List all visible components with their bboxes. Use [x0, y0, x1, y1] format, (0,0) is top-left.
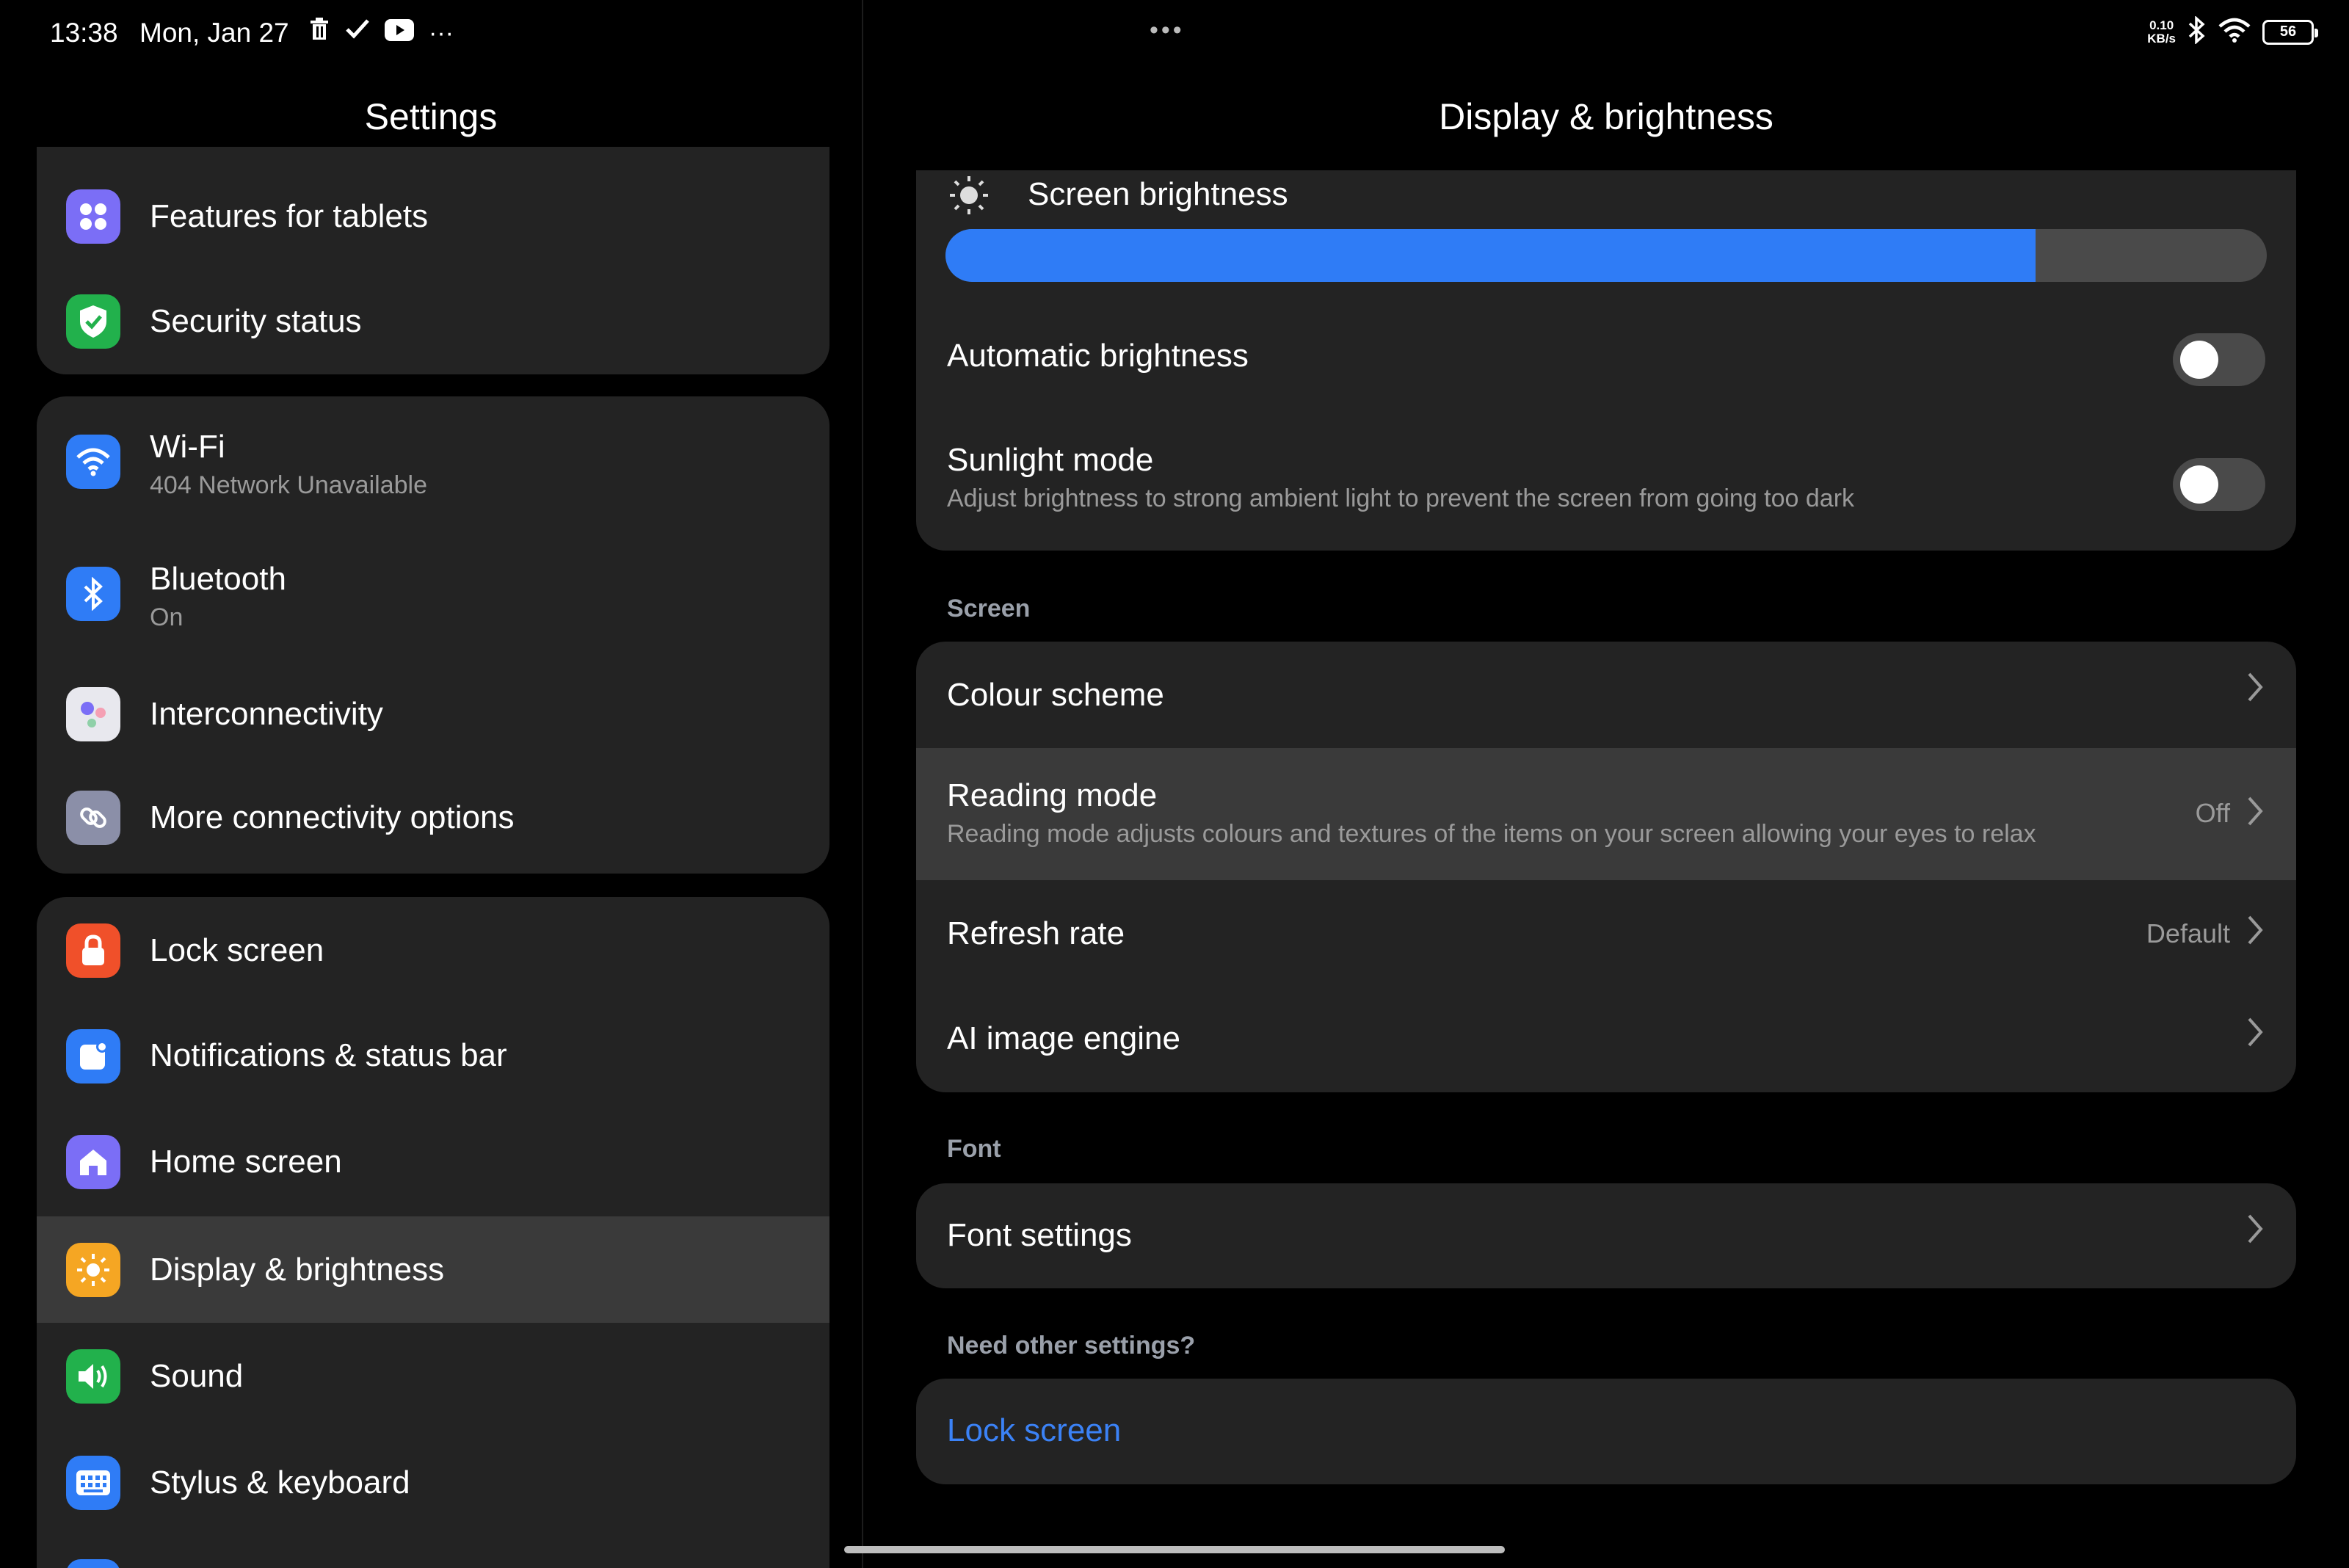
colour-scheme-label: Colour scheme — [947, 677, 1164, 713]
lock-screen-link[interactable]: Lock screen — [947, 1412, 1121, 1449]
keyboard-icon — [66, 1456, 120, 1510]
battery-icon: 56 — [2262, 19, 2318, 45]
reading-mode-value: Off — [2195, 798, 2230, 828]
sidebar-item-interconnectivity[interactable]: Interconnectivity — [37, 661, 829, 767]
settings-title: Settings — [364, 96, 498, 137]
sunlight-mode-description: Adjust brightness to strong ambient ligh… — [947, 484, 1855, 512]
sidebar-item-stylus-keyboard[interactable]: Stylus & keyboard — [37, 1429, 829, 1536]
ai-image-engine-row[interactable]: AI image engine — [916, 987, 2296, 1092]
status-time: 13:38 — [50, 18, 118, 48]
sun-small-icon — [947, 173, 991, 221]
sidebar-item-label: Display & brightness — [150, 1252, 445, 1288]
chevron-right-icon — [2246, 671, 2264, 711]
sidebar-item-label: Bluetooth — [150, 561, 286, 597]
chevron-right-icon — [2246, 1213, 2264, 1253]
multitask-handle[interactable]: ••• — [1150, 16, 1185, 45]
sidebar-item-security-status[interactable]: Security status — [37, 253, 829, 360]
home-icon — [66, 1135, 120, 1189]
reading-mode-row[interactable]: Reading mode Reading mode adjusts colour… — [916, 748, 2296, 880]
font-settings-label: Font settings — [947, 1217, 1132, 1253]
ai-image-engine-label: AI image engine — [947, 1020, 1180, 1056]
settings-group-top: Features for tablets Security status — [37, 147, 829, 374]
screen-card: Colour scheme Reading mode Reading mode … — [916, 642, 2296, 1092]
brightness-slider-fill — [945, 229, 2036, 282]
automatic-brightness-row[interactable]: Automatic brightness — [916, 310, 2296, 398]
refresh-rate-value: Default — [2146, 918, 2230, 948]
page-title: Display & brightness — [1439, 96, 1773, 137]
pane-divider — [862, 0, 863, 1568]
chevron-right-icon — [2246, 1016, 2264, 1056]
sidebar-item-label: Stylus & keyboard — [150, 1464, 410, 1500]
home-gesture-bar[interactable] — [844, 1546, 1505, 1553]
sidebar-item-sublabel: On — [150, 603, 184, 631]
sidebar-item-notifications[interactable]: Notifications & status bar — [37, 1003, 829, 1110]
sun-icon — [66, 1243, 120, 1297]
sidebar-item-label: Sound — [150, 1358, 244, 1394]
tablet-features-icon — [66, 189, 120, 244]
sidebar-item-label: Lock screen — [150, 932, 324, 968]
sidebar-item-wifi[interactable]: Wi-Fi 404 Network Unavailable — [37, 396, 829, 529]
sidebar-item-bluetooth[interactable]: Bluetooth On — [37, 529, 829, 661]
section-header-other-settings: Need other settings? — [947, 1332, 1196, 1360]
refresh-rate-row[interactable]: Refresh rate Default — [916, 880, 2296, 987]
sidebar-item-label: Home screen — [150, 1144, 342, 1180]
refresh-rate-label: Refresh rate — [947, 915, 1125, 951]
lock-icon — [66, 923, 120, 978]
brightness-label: Screen brightness — [1028, 176, 1288, 212]
settings-group-connectivity: Wi-Fi 404 Network Unavailable Bluetooth … — [37, 396, 829, 874]
more-icon: ··· — [429, 19, 454, 47]
sidebar-item-label: Interconnectivity — [150, 696, 383, 732]
colour-scheme-row[interactable]: Colour scheme — [916, 642, 2296, 748]
interconnectivity-icon — [66, 687, 120, 741]
sidebar-item-lock-screen[interactable]: Lock screen — [37, 897, 829, 1003]
automatic-brightness-toggle[interactable] — [2173, 333, 2265, 386]
other-settings-card: Lock screen — [916, 1379, 2296, 1484]
sidebar-item-label: Security status — [150, 303, 362, 339]
brightness-card: Screen brightness Automatic brightness S… — [916, 170, 2296, 551]
trash-icon — [308, 16, 330, 50]
sidebar-item-label: Wi-Fi — [150, 429, 225, 465]
link-icon — [66, 791, 120, 845]
sidebar-item-sound[interactable]: Sound — [37, 1323, 829, 1429]
wifi-icon — [66, 435, 120, 489]
bluetooth-status-icon — [2188, 15, 2207, 48]
sidebar-item-label: Notifications & status bar — [150, 1037, 507, 1073]
automatic-brightness-label: Automatic brightness — [947, 338, 1249, 374]
status-notification-icons: ··· — [308, 16, 454, 50]
youtube-icon — [385, 16, 414, 50]
sidebar-item-sublabel: 404 Network Unavailable — [150, 471, 427, 499]
font-settings-row[interactable]: Font settings — [916, 1183, 2296, 1288]
brightness-slider[interactable] — [945, 229, 2267, 282]
sidebar-item-features-for-tablets[interactable]: Features for tablets — [37, 147, 829, 253]
settings-group-personalization: Lock screen Notifications & status bar H… — [37, 897, 829, 1568]
chevron-right-icon — [2246, 795, 2264, 835]
bluetooth-icon — [66, 567, 120, 621]
section-header-screen: Screen — [947, 595, 1031, 623]
reading-mode-description: Reading mode adjusts colours and texture… — [947, 820, 2036, 848]
sunlight-mode-row[interactable]: Sunlight mode Adjust brightness to stron… — [916, 420, 2296, 537]
status-system-icons: 0.10 KB/s 56 — [2147, 15, 2318, 48]
sidebar-item-home-screen[interactable]: Home screen — [37, 1110, 829, 1216]
partially-visible-icon — [66, 1559, 120, 1568]
sunlight-mode-label: Sunlight mode — [947, 442, 1154, 478]
notification-icon — [66, 1029, 120, 1084]
chevron-right-icon — [2246, 914, 2264, 954]
status-date: Mon, Jan 27 — [139, 18, 289, 48]
sidebar-item-label: More connectivity options — [150, 799, 515, 835]
speaker-icon — [66, 1349, 120, 1404]
check-icon — [345, 16, 370, 50]
status-bar: 13:38 Mon, Jan 27 ··· ••• 0.10 KB/s 56 — [0, 0, 2349, 66]
reading-mode-label: Reading mode — [947, 777, 1158, 813]
wifi-status-icon — [2218, 18, 2251, 46]
sidebar-item-label: Features for tablets — [150, 198, 429, 234]
sidebar-item-display-brightness[interactable]: Display & brightness — [37, 1216, 829, 1323]
sunlight-mode-toggle[interactable] — [2173, 458, 2265, 511]
font-card: Font settings — [916, 1183, 2296, 1288]
shield-check-icon — [66, 294, 120, 349]
section-header-font: Font — [947, 1135, 1001, 1163]
sidebar-item-more-connectivity[interactable]: More connectivity options — [37, 767, 829, 874]
network-speed: 0.10 KB/s — [2147, 18, 2176, 46]
